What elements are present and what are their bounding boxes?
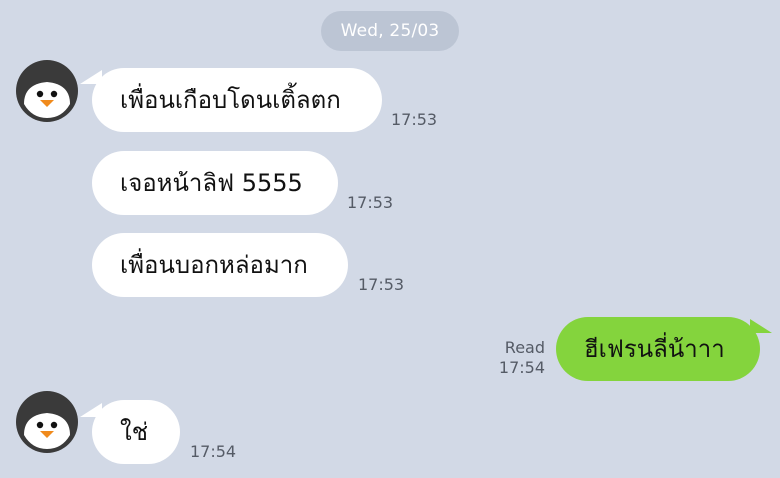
message-bubble[interactable]: เพื่อนเกือบโดนเติ้ลตก <box>92 68 382 132</box>
penguin-avatar-icon[interactable] <box>16 60 78 122</box>
date-separator: Wed, 25/03 <box>321 11 459 51</box>
penguin-avatar-icon[interactable] <box>16 391 78 453</box>
message-bubble[interactable]: เพื่อนบอกหล่อมาก <box>92 233 348 297</box>
message-time: 17:53 <box>347 193 394 212</box>
message-bubble-outgoing[interactable]: ฮีเฟรนลี่น้าาา <box>556 317 760 381</box>
message-time: 17:54 <box>190 442 237 461</box>
message-time: 17:54 <box>498 358 545 377</box>
chat-screen: { "date_chip": "Wed, 25/03", "messages":… <box>0 0 780 478</box>
message-bubble[interactable]: เจอหน้าลิฟ 5555 <box>92 151 338 215</box>
message-bubble[interactable]: ใช่ <box>92 400 180 464</box>
read-status: Read <box>504 338 545 357</box>
message-time: 17:53 <box>358 275 405 294</box>
read-receipt: Read 17:54 <box>499 338 545 378</box>
message-time: 17:53 <box>391 110 438 129</box>
bubble-tail-outgoing <box>750 319 772 333</box>
